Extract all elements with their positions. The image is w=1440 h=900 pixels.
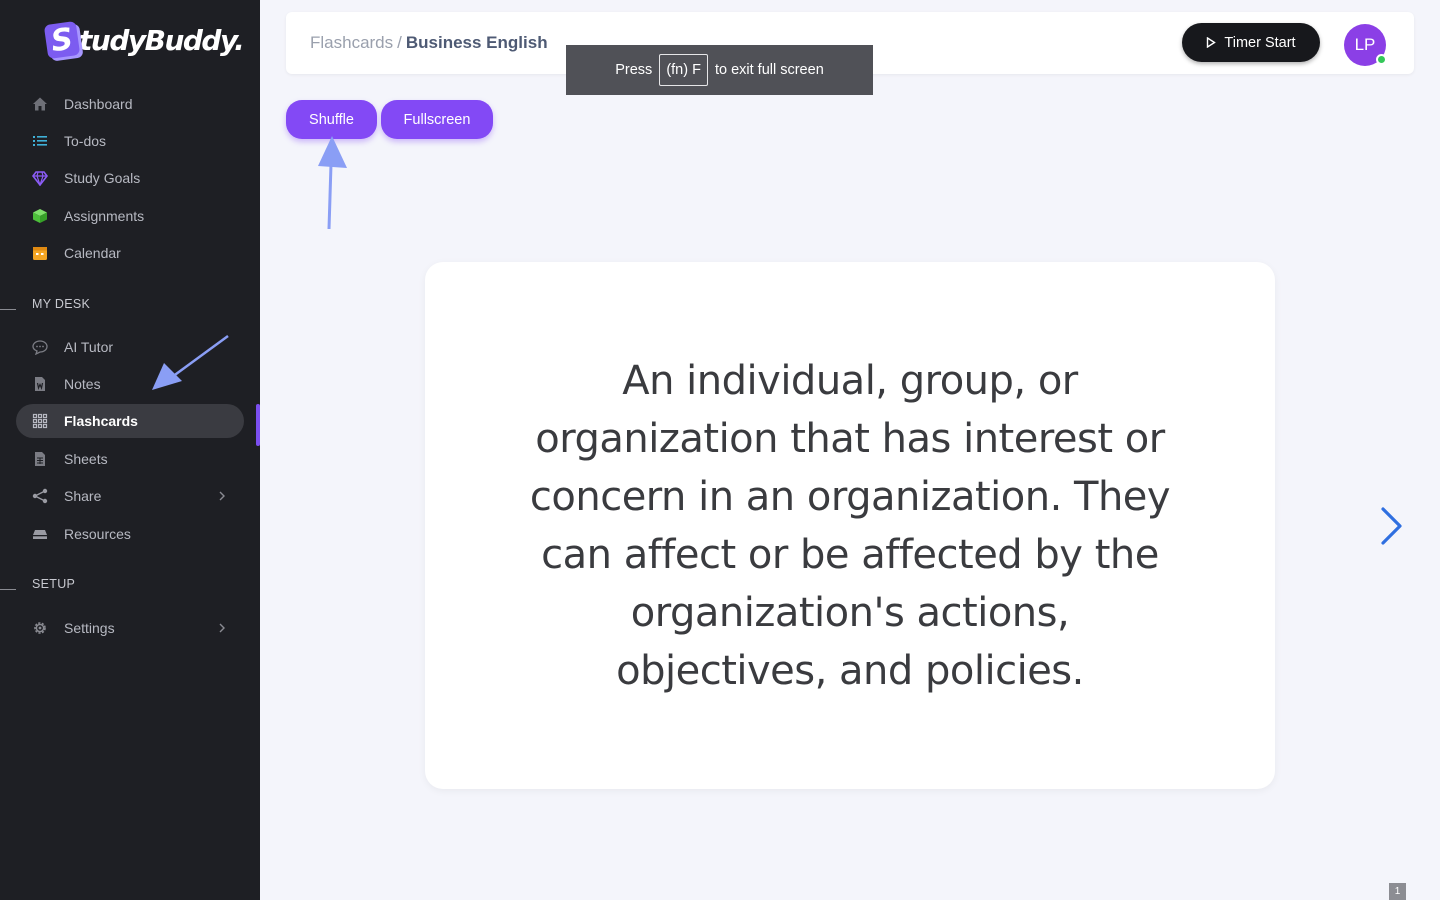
sidebar-item-dashboard[interactable]: Dashboard <box>16 87 244 121</box>
archive-icon <box>32 526 48 542</box>
chat-bubble-icon <box>32 339 48 355</box>
sidebar-item-label: Notes <box>64 376 101 392</box>
sidebar-item-label: Assignments <box>64 208 145 224</box>
logo-mark: S <box>43 20 81 60</box>
section-label-my-desk: MY DESK <box>32 297 91 311</box>
home-icon <box>32 96 48 112</box>
timer-start-button[interactable]: Timer Start <box>1182 23 1320 62</box>
list-icon <box>32 133 48 149</box>
cube-icon <box>32 208 48 224</box>
sidebar-item-label: To-dos <box>64 133 107 149</box>
sidebar: S tudyBuddy. Dashboard To-dos Study Goal… <box>0 0 260 900</box>
calendar-icon <box>32 245 48 261</box>
breadcrumb-current: Business English <box>405 33 548 52</box>
sidebar-item-sheets[interactable]: Sheets <box>16 442 244 476</box>
sidebar-item-label: Dashboard <box>64 96 133 112</box>
page-badge: 1 <box>1389 883 1406 900</box>
toast-prefix: Press <box>615 62 653 78</box>
chevron-right-icon[interactable] <box>1376 505 1406 547</box>
sidebar-item-label: Resources <box>64 526 131 542</box>
breadcrumb-separator: / <box>397 33 402 52</box>
annotation-arrow-icon <box>318 136 347 230</box>
document-icon <box>32 376 48 392</box>
avatar[interactable]: LP <box>1344 24 1387 66</box>
play-icon <box>1207 37 1217 48</box>
sidebar-item-label: Calendar <box>64 245 121 261</box>
timer-label: Timer Start <box>1224 34 1296 51</box>
sidebar-item-label: Study Goals <box>64 170 141 186</box>
active-nav-indicator <box>256 404 260 446</box>
sidebar-item-settings[interactable]: Settings <box>16 611 244 645</box>
annotation-arrow-icon <box>152 334 229 390</box>
sidebar-item-label: Sheets <box>64 451 108 467</box>
sidebar-item-label: AI Tutor <box>64 339 114 355</box>
sidebar-item-label: Share <box>64 488 102 504</box>
chevron-right-icon <box>219 491 225 501</box>
fullscreen-toast: Press (fn) F to exit full screen <box>566 45 873 95</box>
sidebar-item-share[interactable]: Share <box>16 479 244 513</box>
online-status-dot <box>1376 54 1387 65</box>
app-root: S tudyBuddy. Dashboard To-dos Study Goal… <box>0 0 1440 900</box>
avatar-initials: LP <box>1354 35 1376 54</box>
toast-suffix: to exit full screen <box>714 62 824 78</box>
sidebar-item-assignments[interactable]: Assignments <box>16 199 244 233</box>
sidebar-item-resources[interactable]: Resources <box>16 517 244 551</box>
sidebar-item-calendar[interactable]: Calendar <box>16 236 244 270</box>
share-icon <box>32 488 48 504</box>
section-label-setup: SETUP <box>32 577 76 591</box>
toast-key: (fn) F <box>659 54 708 86</box>
chevron-right-icon <box>219 623 225 633</box>
sidebar-item-todos[interactable]: To-dos <box>16 124 244 158</box>
sidebar-item-study-goals[interactable]: Study Goals <box>16 161 244 195</box>
fullscreen-button[interactable]: Fullscreen <box>381 100 493 139</box>
flashcard[interactable]: An individual, group, or organization th… <box>425 262 1275 789</box>
breadcrumb-root[interactable]: Flashcards <box>310 33 393 52</box>
grid-icon <box>32 413 48 429</box>
section-divider <box>0 589 16 590</box>
breadcrumb: Flashcards / Business English <box>310 33 548 53</box>
logo-text: tudyBuddy. <box>79 23 245 57</box>
app-logo[interactable]: S tudyBuddy. <box>43 20 245 60</box>
sidebar-item-label: Flashcards <box>64 413 138 429</box>
spreadsheet-icon <box>32 451 48 467</box>
flashcard-text: An individual, group, or organization th… <box>529 357 1171 694</box>
sidebar-item-flashcards[interactable]: Flashcards <box>16 404 244 438</box>
section-divider <box>0 309 16 310</box>
gear-icon <box>32 620 48 636</box>
diamond-icon <box>32 170 48 186</box>
sidebar-item-label: Settings <box>64 620 115 636</box>
